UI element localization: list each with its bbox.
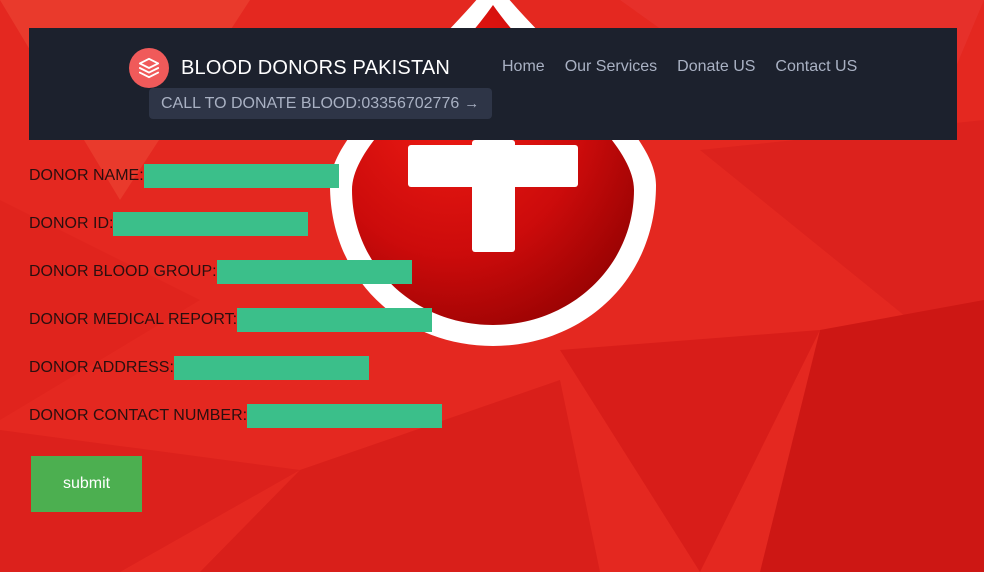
arrow-right-icon: → [464, 95, 480, 112]
donor-contact-number-row: DONOR CONTACT NUMBER: [29, 404, 443, 428]
logo[interactable] [129, 48, 169, 88]
donor-name-row: DONOR NAME: [29, 164, 339, 188]
donor-id-input[interactable] [113, 212, 309, 236]
nav-contact-us-link[interactable]: Contact US [775, 58, 857, 76]
donor-id-row: DONOR ID: [29, 212, 309, 236]
main-nav: Home Our Services Donate US Contact US [502, 58, 877, 76]
donor-address-row: DONOR ADDRESS: [29, 356, 369, 380]
donor-blood-group-row: DONOR BLOOD GROUP: [29, 260, 412, 284]
call-to-donate-button[interactable]: CALL TO DONATE BLOOD:03356702776 → [149, 88, 492, 119]
nav-our-services-link[interactable]: Our Services [565, 58, 657, 76]
donor-name-label: DONOR NAME: [29, 167, 144, 184]
call-to-donate-label: CALL TO DONATE BLOOD:03356702776 [161, 94, 460, 112]
donor-address-input[interactable] [173, 356, 369, 380]
donor-contact-number-input[interactable] [247, 404, 443, 428]
donor-blood-group-label: DONOR BLOOD GROUP: [29, 263, 217, 280]
donor-address-label: DONOR ADDRESS: [29, 359, 174, 376]
layers-icon [138, 57, 160, 79]
nav-donate-us-link[interactable]: Donate US [677, 58, 755, 76]
donor-contact-number-label: DONOR CONTACT NUMBER: [29, 407, 248, 424]
donor-name-input[interactable] [143, 164, 339, 188]
donor-medical-report-input[interactable] [237, 308, 433, 332]
brand-title[interactable]: BLOOD DONORS PAKISTAN [181, 57, 450, 80]
navbar: BLOOD DONORS PAKISTAN Home Our Services … [29, 28, 957, 140]
donor-medical-report-row: DONOR MEDICAL REPORT: [29, 308, 433, 332]
donor-id-label: DONOR ID: [29, 215, 114, 232]
nav-home-link[interactable]: Home [502, 58, 545, 76]
donor-medical-report-label: DONOR MEDICAL REPORT: [29, 311, 238, 328]
donor-blood-group-input[interactable] [216, 260, 412, 284]
submit-button[interactable]: submit [31, 456, 142, 512]
